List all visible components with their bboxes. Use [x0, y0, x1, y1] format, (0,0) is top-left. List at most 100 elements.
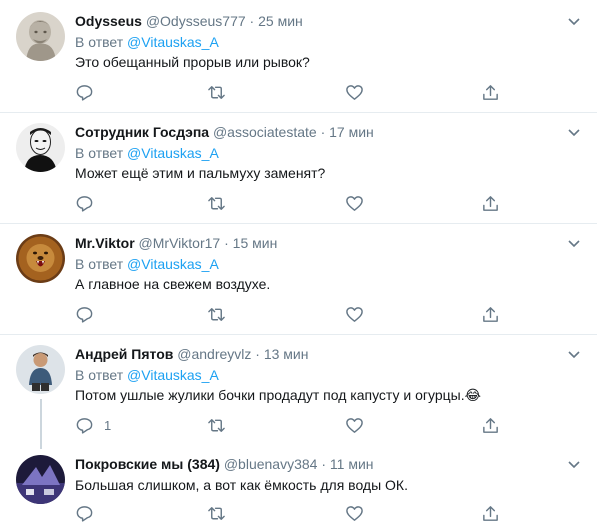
- like-icon: [346, 306, 363, 322]
- timestamp[interactable]: 13 мин: [264, 346, 309, 362]
- like-button[interactable]: [345, 415, 364, 435]
- like-button[interactable]: [345, 193, 364, 213]
- like-button[interactable]: [345, 304, 364, 324]
- replying-to: В ответ @Vitauskas_A: [75, 33, 219, 51]
- chevron-down-icon: [568, 18, 580, 26]
- separator-dot: ·: [321, 456, 327, 472]
- share-icon: [483, 195, 498, 211]
- author-name[interactable]: Odysseus: [75, 13, 142, 29]
- tweet-text: Это обещанный прорыв или рывок?: [75, 54, 310, 70]
- separator-dot: ·: [255, 346, 260, 362]
- author-name[interactable]: Сотрудник Госдэпа: [75, 124, 209, 140]
- like-icon: [346, 505, 363, 521]
- more-options-button[interactable]: [566, 124, 582, 140]
- reply-mention[interactable]: @Vitauskas_A: [127, 367, 219, 383]
- action-bar: [0, 193, 597, 213]
- reply-icon: [76, 195, 93, 212]
- timestamp[interactable]: 15 мин: [233, 235, 278, 251]
- author-handle[interactable]: @associatestate: [213, 124, 317, 140]
- author-handle[interactable]: @MrViktor17: [139, 235, 221, 251]
- thread-connector: [40, 399, 42, 449]
- avatar[interactable]: [16, 455, 65, 504]
- author-name[interactable]: Андрей Пятов: [75, 346, 173, 362]
- reply-icon: [76, 306, 93, 323]
- reply-prefix: В ответ: [75, 145, 128, 161]
- like-button[interactable]: [345, 82, 364, 102]
- share-icon: [483, 417, 498, 433]
- avatar[interactable]: [16, 234, 65, 283]
- reply-mention[interactable]: @Vitauskas_A: [127, 145, 219, 161]
- reply-icon: [76, 505, 93, 522]
- like-icon: [346, 84, 363, 100]
- avatar[interactable]: [16, 345, 65, 394]
- retweet-icon: [208, 85, 225, 99]
- retweet-button[interactable]: [207, 503, 226, 523]
- retweet-icon: [208, 196, 225, 210]
- tweet-header: Андрей Пятов @andreyvlz · 13 мин: [75, 345, 308, 363]
- action-bar: [0, 304, 597, 324]
- reply-prefix: В ответ: [75, 367, 128, 383]
- reply-button[interactable]: [75, 193, 104, 213]
- separator-dot: ·: [249, 13, 255, 29]
- more-options-button[interactable]: [566, 13, 582, 29]
- more-options-button[interactable]: [566, 456, 582, 472]
- avatar[interactable]: [16, 12, 65, 61]
- share-icon: [483, 306, 498, 322]
- reply-button[interactable]: [75, 304, 104, 324]
- tweet-text: А главное на свежем воздухе.: [75, 276, 271, 292]
- reply-icon: [76, 84, 93, 101]
- tweet-header: Покровские мы (384) @bluenavy384 · 11 ми…: [75, 455, 374, 473]
- chevron-down-icon: [568, 129, 580, 137]
- reply-prefix: В ответ: [75, 34, 128, 50]
- reply-button[interactable]: [75, 503, 94, 523]
- author-handle[interactable]: @bluenavy384: [224, 456, 318, 472]
- retweet-button[interactable]: [207, 82, 226, 102]
- divider: [0, 334, 597, 335]
- retweet-icon: [208, 307, 225, 321]
- reply-button[interactable]: [75, 82, 104, 102]
- statue-avatar-image: [16, 12, 65, 61]
- avatar[interactable]: [16, 123, 65, 172]
- timestamp[interactable]: 25 мин: [258, 13, 303, 29]
- timestamp[interactable]: 11 мин: [330, 456, 374, 472]
- share-button[interactable]: [481, 82, 500, 102]
- chevron-down-icon: [568, 461, 580, 469]
- timestamp[interactable]: 17 мин: [329, 124, 374, 140]
- tweet-text: Потом ушлые жулики бочки продадут под ка…: [75, 387, 481, 403]
- retweet-icon: [208, 418, 225, 432]
- separator-dot: ·: [224, 235, 229, 251]
- reply-mention[interactable]: @Vitauskas_A: [127, 34, 219, 50]
- retweet-button[interactable]: [207, 304, 226, 324]
- share-button[interactable]: [481, 415, 500, 435]
- retweet-icon: [208, 506, 225, 520]
- reply-icon: [76, 417, 93, 434]
- share-button[interactable]: [481, 193, 500, 213]
- share-button[interactable]: [481, 304, 500, 324]
- divider: [0, 223, 597, 224]
- tweet-header: Mr.Viktor @MrViktor17 · 15 мин: [75, 234, 277, 252]
- tweet-header: Сотрудник Госдэпа @associatestate · 17 м…: [75, 123, 374, 141]
- like-icon: [346, 195, 363, 211]
- tweet-text: Может ещё этим и пальмуху заменят?: [75, 165, 326, 181]
- more-options-button[interactable]: [566, 346, 582, 362]
- replying-to: В ответ @Vitauskas_A: [75, 255, 219, 273]
- author-name[interactable]: Покровские мы (384): [75, 456, 220, 472]
- divider: [0, 112, 597, 113]
- like-icon: [346, 417, 363, 433]
- lion-avatar-image: [16, 234, 65, 283]
- like-button[interactable]: [345, 503, 364, 523]
- author-handle[interactable]: @andreyvlz: [177, 346, 251, 362]
- retweet-button[interactable]: [207, 415, 226, 435]
- reply-mention[interactable]: @Vitauskas_A: [127, 256, 219, 272]
- author-name[interactable]: Mr.Viktor: [75, 235, 135, 251]
- share-icon: [483, 505, 498, 521]
- retweet-button[interactable]: [207, 193, 226, 213]
- author-handle[interactable]: @Odysseus777: [146, 13, 246, 29]
- replying-to: В ответ @Vitauskas_A: [75, 366, 219, 384]
- tweet-header: Odysseus @Odysseus777 · 25 мин: [75, 12, 303, 30]
- more-options-button[interactable]: [566, 235, 582, 251]
- reply-prefix: В ответ: [75, 256, 128, 272]
- tweet-text: Большая слишком, а вот как ёмкость для в…: [75, 477, 408, 493]
- reply-button[interactable]: 1: [75, 415, 111, 435]
- share-button[interactable]: [481, 503, 500, 523]
